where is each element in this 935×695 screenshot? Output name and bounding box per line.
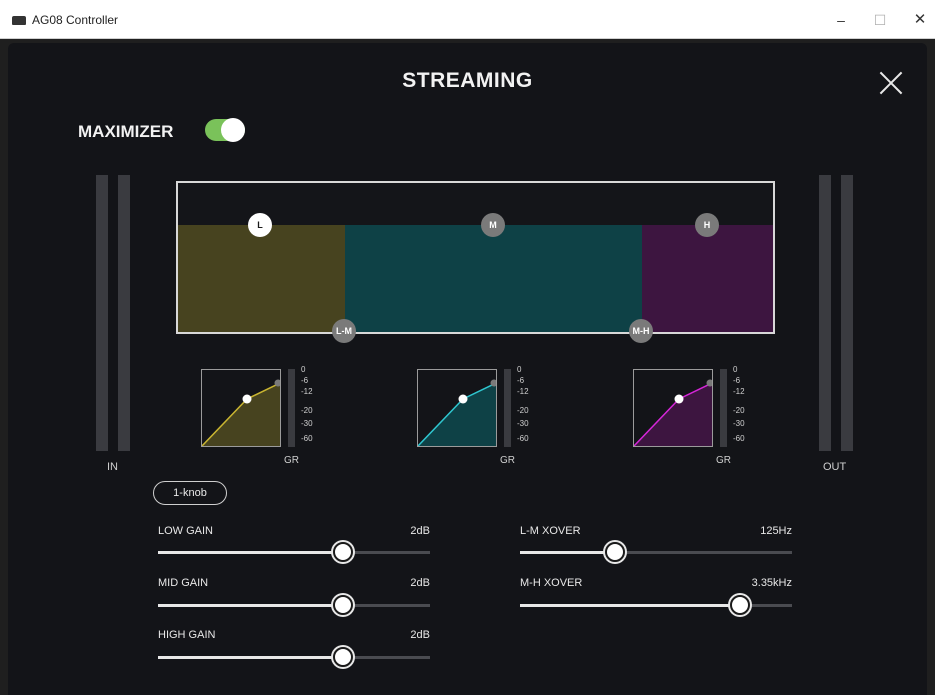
gr-scale-tick: -30 [301, 419, 313, 428]
input-meter-right [118, 175, 130, 451]
low-gain-fill [158, 551, 343, 554]
band-display[interactable] [176, 181, 775, 334]
high-compressor-graph [633, 369, 714, 447]
lm-crossover-handle[interactable]: L-M [332, 319, 356, 343]
high-gain-slider[interactable] [158, 647, 430, 667]
gr-scale-tick: -60 [301, 434, 313, 443]
mid-gain-label: MID GAIN [158, 577, 209, 589]
mid-gr-meter [504, 369, 511, 447]
gr-scale-tick: 0 [301, 365, 306, 374]
high-gain-value: 2dB [410, 629, 430, 641]
minimize-button[interactable]: – [827, 8, 855, 32]
low-gain-label: LOW GAIN [158, 525, 214, 537]
panel-close-icon[interactable] [874, 66, 908, 100]
window-titlebar: AG08 Controller – ☐ ✕ [0, 0, 935, 39]
low-gain-thumb[interactable] [332, 542, 353, 562]
high-gain-label: HIGH GAIN [158, 629, 216, 641]
gr-scale-tick: -6 [733, 376, 741, 385]
low-gr-label: GR [284, 455, 299, 466]
high-band[interactable] [642, 225, 773, 332]
toggle-knob [221, 118, 245, 142]
gr-scale-tick: -60 [733, 434, 745, 443]
gr-scale-tick: 0 [517, 365, 522, 374]
mid-gain-thumb[interactable] [332, 595, 353, 615]
mh-xover-fill [520, 604, 741, 607]
mid-gain-slider[interactable] [158, 595, 430, 615]
input-meter-label: IN [107, 461, 118, 473]
mid-compressor-graph [417, 369, 498, 447]
gr-scale-tick: -12 [517, 387, 529, 396]
gr-scale-tick: 0 [733, 365, 738, 374]
mid-compressor-curve [417, 379, 498, 447]
high-gain-thumb[interactable] [332, 647, 353, 667]
low-gain-slider[interactable] [158, 542, 430, 562]
maximizer-label: MAXIMIZER [78, 122, 174, 141]
gr-scale-tick: -20 [733, 406, 745, 415]
gr-scale-tick: -20 [301, 406, 313, 415]
low-gr-meter [288, 369, 295, 447]
low-compressor-graph [201, 369, 282, 447]
mid-gr-label: GR [500, 455, 515, 466]
low-gain-value: 2dB [410, 525, 430, 537]
output-meter-label: OUT [823, 461, 847, 473]
mid-band[interactable] [345, 225, 642, 332]
app-icon [12, 16, 26, 25]
mid-gain-value: 2dB [410, 577, 430, 589]
gr-scale-tick: -30 [517, 419, 529, 428]
window-title: AG08 Controller [32, 13, 119, 27]
gr-scale-tick: -6 [517, 376, 525, 385]
streaming-panel: STREAMING MAXIMIZER IN OUT L M H L-M M-H [8, 43, 927, 695]
window-close-button[interactable]: ✕ [906, 8, 934, 32]
lm-xover-label: L-M XOVER [520, 525, 581, 537]
lm-xover-fill [520, 551, 616, 554]
low-band-handle[interactable]: L [248, 213, 272, 237]
mh-xover-label: M-H XOVER [520, 577, 583, 589]
mh-xover-value: 3.35kHz [751, 577, 792, 589]
mid-band-handle[interactable]: M [481, 213, 505, 237]
lm-xover-slider[interactable] [520, 542, 792, 562]
gr-scale-tick: -30 [733, 419, 745, 428]
low-compressor-curve [201, 379, 282, 447]
low-band[interactable] [178, 225, 345, 332]
maximizer-toggle[interactable] [205, 118, 245, 142]
input-meter-left [96, 175, 108, 451]
high-gr-label: GR [716, 455, 731, 466]
mh-crossover-handle[interactable]: M-H [629, 319, 653, 343]
mh-xover-thumb[interactable] [730, 595, 751, 615]
gr-scale-tick: -12 [733, 387, 745, 396]
high-gain-fill [158, 656, 343, 659]
gr-scale-tick: -60 [517, 434, 529, 443]
mid-gain-fill [158, 604, 343, 607]
gr-scale-tick: -20 [517, 406, 529, 415]
mh-xover-slider[interactable] [520, 595, 792, 615]
high-band-handle[interactable]: H [695, 213, 719, 237]
gr-scale-tick: -6 [301, 376, 309, 385]
page-title: STREAMING [402, 69, 533, 92]
high-gr-meter [720, 369, 727, 447]
gr-scale-tick: -12 [301, 387, 313, 396]
lm-xover-thumb[interactable] [605, 542, 626, 562]
one-knob-button[interactable]: 1-knob [153, 481, 227, 505]
output-meter-right [841, 175, 853, 451]
high-compressor-curve [633, 379, 714, 447]
output-meter-left [819, 175, 831, 451]
maximize-button[interactable]: ☐ [866, 8, 894, 32]
lm-xover-value: 125Hz [760, 525, 792, 537]
